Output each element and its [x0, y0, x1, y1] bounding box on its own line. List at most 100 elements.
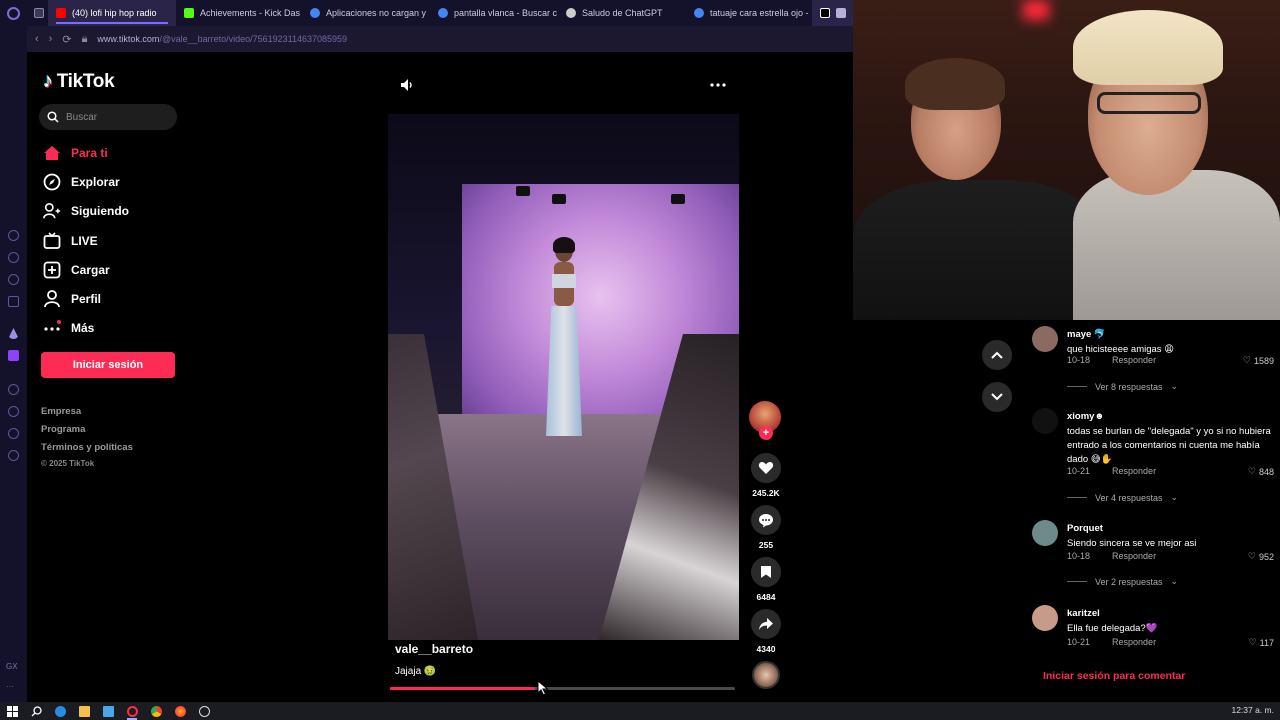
- search-input[interactable]: [66, 111, 166, 123]
- chrome-icon[interactable]: [144, 702, 168, 720]
- tab-search[interactable]: pantalla vlanca - Buscar c: [430, 0, 558, 26]
- player-icon[interactable]: [8, 384, 19, 395]
- save-count: 6484: [756, 592, 776, 602]
- view-replies-button[interactable]: Ver 4 respuestas ⌄: [1067, 492, 1178, 503]
- twitch-icon[interactable]: [8, 350, 19, 361]
- comment-date: 10-21: [1067, 466, 1091, 476]
- reply-button[interactable]: Responder: [1112, 355, 1156, 365]
- share-count: 4340: [756, 644, 776, 654]
- messenger-icon[interactable]: [8, 252, 19, 263]
- share-button[interactable]: [751, 609, 781, 639]
- commenter-name[interactable]: maye 🐬: [1067, 329, 1106, 340]
- footer-link-programa[interactable]: Programa: [41, 424, 133, 442]
- like-count: 245.2K: [752, 488, 780, 498]
- gx-label: GX: [6, 662, 18, 671]
- volume-icon[interactable]: [397, 76, 417, 94]
- comment-like-button[interactable]: ♡ 1589: [1243, 355, 1274, 366]
- comment-meta: 10-18 Responder: [1067, 355, 1156, 365]
- url-field[interactable]: www.tiktok.com/@vale__barreto/video/7561…: [97, 34, 347, 44]
- refresh-panel-icon[interactable]: [8, 230, 19, 241]
- obs-icon[interactable]: [192, 702, 216, 720]
- tab-kick[interactable]: Achievements - Kick Das: [176, 0, 302, 26]
- windows-start-icon[interactable]: [0, 702, 24, 720]
- nav-item-live[interactable]: LIVE: [43, 226, 129, 255]
- comment-like-button[interactable]: ♡ 952: [1248, 551, 1274, 562]
- model-figure: [553, 237, 575, 253]
- nav-item-perfil[interactable]: Perfil: [43, 284, 129, 313]
- back-icon[interactable]: ‹: [35, 33, 39, 45]
- view-replies-button[interactable]: Ver 2 respuestas ⌄: [1067, 576, 1178, 587]
- edge-icon[interactable]: [48, 702, 72, 720]
- more-icon: [43, 319, 61, 337]
- chevron-down-icon: ⌄: [1170, 381, 1179, 391]
- save-button[interactable]: [751, 557, 781, 587]
- reply-button[interactable]: Responder: [1112, 551, 1156, 561]
- heart-icon: [758, 461, 774, 474]
- file-explorer-icon[interactable]: [72, 702, 96, 720]
- tab-chatgpt[interactable]: Saludo de ChatGPT: [558, 0, 686, 26]
- video-username[interactable]: vale__barreto: [395, 642, 473, 656]
- forward-icon[interactable]: ›: [49, 33, 53, 45]
- comment-like-button[interactable]: ♡ 848: [1248, 466, 1274, 477]
- video-progress-bar[interactable]: [390, 687, 735, 690]
- history-icon[interactable]: [8, 406, 19, 417]
- google-icon: [438, 8, 448, 18]
- firefox-icon[interactable]: [168, 702, 192, 720]
- view-replies-button[interactable]: Ver 8 respuestas ⌄: [1067, 381, 1178, 392]
- footer-link-terminos[interactable]: Términos y políticas: [41, 442, 133, 460]
- nav-item-mas[interactable]: Más: [43, 314, 129, 343]
- tiktok-logo[interactable]: ♪ TikTok: [43, 70, 115, 93]
- tab-0[interactable]: [26, 0, 48, 26]
- tab-tattoo[interactable]: tatuaje cara estrella ojo -: [686, 0, 812, 26]
- commenter-avatar[interactable]: [1032, 408, 1058, 434]
- nav-item-explorar[interactable]: Explorar: [43, 167, 129, 196]
- music-icon[interactable]: [8, 296, 19, 307]
- extensions-icon[interactable]: [8, 428, 19, 439]
- tiktok-icon: [820, 8, 830, 18]
- comment-text: todas se burlan de "delegada" y yo si no…: [1067, 426, 1271, 465]
- previous-video-button[interactable]: [982, 340, 1012, 370]
- commenter-name[interactable]: xiomy☻: [1067, 411, 1104, 422]
- upload-icon: [43, 261, 61, 279]
- footer-link-empresa[interactable]: Empresa: [41, 406, 133, 424]
- taskbar-search-icon[interactable]: [24, 702, 48, 720]
- more-dots-icon[interactable]: ···: [6, 682, 14, 691]
- reply-button[interactable]: Responder: [1112, 466, 1156, 476]
- reply-button[interactable]: Responder: [1112, 637, 1156, 647]
- commenter-avatar[interactable]: [1032, 520, 1058, 546]
- tab-apps[interactable]: Aplicaciones no cargan y: [302, 0, 430, 26]
- search-box[interactable]: [39, 104, 177, 130]
- next-video-button[interactable]: [982, 382, 1012, 412]
- settings-gear-icon[interactable]: [8, 450, 19, 461]
- live-icon: [43, 231, 61, 250]
- commenter-avatar[interactable]: [1032, 326, 1058, 352]
- commenter-avatar[interactable]: [1032, 605, 1058, 631]
- login-to-comment-link[interactable]: Iniciar sesión para comentar: [1043, 670, 1185, 682]
- login-button[interactable]: Iniciar sesión: [41, 352, 175, 378]
- store-icon[interactable]: [96, 702, 120, 720]
- taskbar-clock[interactable]: 12:37 a. m.: [1231, 705, 1274, 715]
- like-button[interactable]: [751, 453, 781, 483]
- reload-icon[interactable]: ⟳: [62, 33, 71, 46]
- comment-date: 10-21: [1067, 637, 1091, 647]
- comment-item: xiomy☻ todas se burlan de "delegada" y y…: [1023, 406, 1280, 506]
- notes-icon[interactable]: [8, 274, 19, 285]
- aria-icon[interactable]: [8, 328, 19, 339]
- follow-plus-icon[interactable]: +: [759, 426, 773, 440]
- commenter-name[interactable]: karitzel: [1067, 608, 1100, 619]
- nav-item-cargar[interactable]: Cargar: [43, 255, 129, 284]
- video-options-icon[interactable]: [707, 76, 729, 94]
- video-player[interactable]: [388, 114, 739, 640]
- comment-date: 10-18: [1067, 551, 1091, 561]
- comment-like-button[interactable]: ♡ 117: [1249, 637, 1274, 648]
- nav-item-siguiendo[interactable]: Siguiendo: [43, 197, 129, 226]
- music-disc-icon[interactable]: [752, 661, 780, 689]
- commenter-name[interactable]: Porquet: [1067, 523, 1103, 534]
- comment-button[interactable]: [751, 505, 781, 535]
- opera-logo-icon[interactable]: [0, 0, 26, 26]
- nav-item-para-ti[interactable]: Para ti: [43, 138, 129, 167]
- opera-gx-taskbar-icon[interactable]: [120, 702, 144, 720]
- tab-lofi-radio[interactable]: (40) lofi hip hop radio: [48, 0, 176, 26]
- stage-light: [552, 194, 566, 204]
- tab-tiktok[interactable]: [812, 0, 853, 26]
